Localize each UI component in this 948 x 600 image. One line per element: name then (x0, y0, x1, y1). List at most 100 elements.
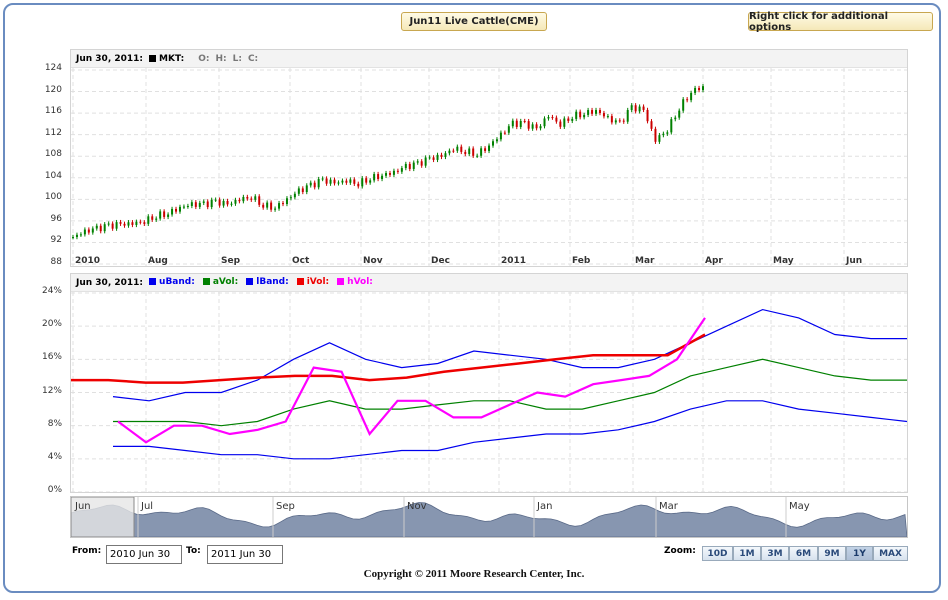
candle (531, 124, 534, 129)
ohlc-close: C: (247, 53, 259, 64)
candle (210, 199, 213, 208)
candle (598, 110, 601, 114)
zoom-9m-button[interactable]: 9M (818, 546, 846, 561)
x-axis-label: Apr (705, 256, 723, 266)
candle (686, 99, 689, 101)
candle (79, 234, 82, 236)
x-axis-label: 2011 (501, 256, 527, 266)
candle (646, 109, 649, 122)
candle (630, 105, 633, 111)
candle (488, 145, 491, 151)
candle (519, 120, 522, 127)
candle (147, 216, 150, 224)
candle (563, 118, 566, 127)
candle (658, 135, 661, 142)
legend-lband: lBand: (246, 277, 289, 287)
candle (246, 196, 249, 199)
vol-y-tick: 8% (47, 418, 62, 429)
candle (412, 162, 415, 169)
copyright: Copyright © 2011 Moore Research Center, … (363, 568, 585, 580)
chart-title-button[interactable]: Jun11 Live Cattle(CME) (401, 12, 547, 31)
navigator-area (70, 502, 908, 538)
price-y-tick: 104 (44, 170, 62, 181)
candle (234, 199, 237, 204)
candle (404, 163, 407, 169)
candle (305, 185, 308, 193)
candle (377, 174, 380, 180)
candle (155, 218, 158, 220)
options-hint-button[interactable]: Right click for additional options (748, 11, 933, 33)
navigator-chart[interactable]: Jun Jul Sep Nov Jan Mar May (70, 496, 908, 538)
zoom-6m-button[interactable]: 6M (789, 546, 818, 561)
legend-avol: aVol: (202, 277, 238, 287)
candle (690, 92, 693, 101)
price-y-tick: 112 (44, 127, 62, 138)
legend-swatch-icon (337, 278, 345, 286)
candle (452, 150, 455, 152)
candle (396, 170, 399, 172)
zoom-3m-button[interactable]: 3M (761, 546, 789, 561)
candle (579, 111, 582, 118)
vol-y-tick: 24% (41, 286, 62, 296)
candle (95, 225, 98, 229)
to-label: To: (186, 546, 201, 556)
candle (99, 225, 102, 232)
zoom-1m-button[interactable]: 1M (733, 546, 761, 561)
candle (507, 126, 510, 133)
candle (262, 204, 265, 208)
x-axis-label: 2010 (75, 256, 101, 266)
legend-label: iVol: (306, 276, 330, 287)
candle (694, 88, 697, 93)
zoom-max-button[interactable]: MAX (873, 546, 908, 561)
navigator-label: May (789, 501, 810, 512)
candle (373, 174, 376, 181)
candle (127, 222, 130, 226)
price-y-tick: 96 (50, 213, 62, 224)
zoom-1y-button[interactable]: 1Y (846, 546, 873, 561)
x-axis-label: Aug (148, 256, 168, 266)
candle (313, 182, 316, 188)
zoom-10d-button[interactable]: 10D (702, 546, 733, 561)
legend-swatch-icon (296, 278, 304, 286)
mkt-label: MKT: (159, 53, 185, 64)
candle (329, 179, 332, 184)
x-axis-label: May (773, 256, 794, 266)
candle (547, 117, 550, 119)
candle (115, 222, 118, 229)
candle (511, 120, 514, 127)
volatility-chart[interactable] (71, 292, 907, 492)
candle (381, 175, 384, 180)
candle (345, 180, 348, 183)
from-date-input[interactable] (106, 545, 182, 564)
candle (175, 208, 178, 212)
price-panel[interactable]: Jun 30, 2011: MKT: O: H: L: C: (70, 49, 908, 267)
candle (167, 214, 170, 217)
candle (503, 132, 506, 134)
candle (385, 173, 388, 176)
candle (202, 201, 205, 203)
candle (357, 183, 360, 187)
candle (242, 196, 245, 202)
series-uband (112, 308, 907, 402)
candle (678, 110, 681, 118)
candle (436, 154, 439, 160)
to-date-input[interactable] (207, 545, 283, 564)
candle (238, 199, 241, 202)
candle (341, 180, 344, 183)
candle (420, 161, 423, 166)
volatility-panel[interactable]: Jun 30, 2011: uBand: aVol: lBand: iVol: hVol… (70, 273, 908, 493)
range-navigator[interactable]: Jun Jul Sep Nov Jan Mar May (70, 496, 908, 538)
candle (495, 139, 498, 142)
candle (131, 222, 134, 225)
price-chart[interactable] (71, 68, 907, 266)
candle (428, 157, 431, 159)
navigator-label: Mar (659, 501, 679, 512)
vol-date: Jun 30, 2011: (76, 277, 144, 288)
candle (456, 146, 459, 151)
candle (591, 110, 594, 114)
zoom-label: Zoom: (664, 546, 696, 556)
candle (361, 178, 364, 187)
candle (626, 110, 629, 122)
navigator-label: Jun (74, 501, 91, 512)
candle (654, 128, 657, 142)
